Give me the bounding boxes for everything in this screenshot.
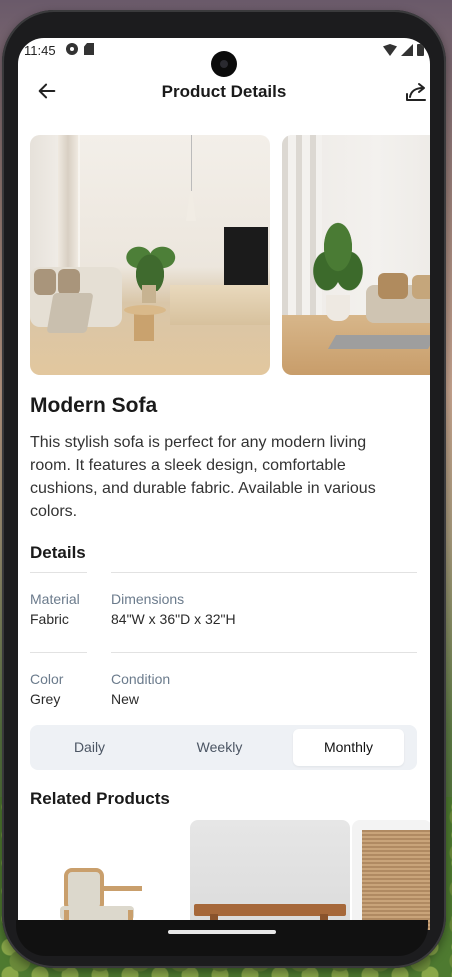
- rug-texture: [362, 830, 430, 930]
- product-image-1[interactable]: [30, 135, 270, 375]
- material-label: Material: [30, 591, 80, 607]
- tv-console: [170, 285, 270, 325]
- tv: [224, 227, 268, 285]
- sd-card-icon: [84, 43, 94, 55]
- period-option-weekly[interactable]: Weekly: [164, 729, 275, 766]
- cushion: [412, 275, 430, 299]
- cushion: [34, 269, 56, 295]
- throw-blanket: [46, 293, 94, 333]
- share-icon[interactable]: [404, 80, 428, 104]
- battery-icon: [417, 44, 424, 56]
- settings-icon: [66, 43, 78, 55]
- front-camera: [211, 51, 237, 77]
- page-title: Product Details: [161, 82, 287, 101]
- signal-icon: [401, 44, 413, 56]
- coffee-table-leg: [134, 311, 154, 341]
- product-name: Modern Sofa: [30, 394, 158, 417]
- divider: [111, 572, 417, 573]
- condition-label: Condition: [111, 671, 171, 687]
- plant-pot: [142, 285, 156, 303]
- armchair-seat: [60, 906, 134, 920]
- plant: [310, 215, 366, 295]
- home-indicator[interactable]: [168, 930, 276, 934]
- related-products-row[interactable]: [30, 820, 430, 930]
- cushion: [378, 273, 408, 299]
- status-icons-left: [66, 43, 94, 55]
- navigation-bar: [16, 920, 428, 956]
- divider: [30, 572, 87, 573]
- condition-value: New: [111, 691, 140, 707]
- rug: [327, 335, 430, 349]
- color-label: Color: [30, 671, 64, 687]
- lamp-cord: [191, 135, 192, 193]
- image-carousel[interactable]: [30, 135, 430, 375]
- wifi-icon: [383, 44, 397, 56]
- coffee-table: [124, 305, 166, 315]
- screen: 11:45 Product Details Modern Sofa This s…: [18, 38, 430, 930]
- cushion: [58, 269, 80, 295]
- dimensions-label: Dimensions: [111, 591, 185, 607]
- related-product-card[interactable]: [190, 820, 350, 930]
- divider: [30, 652, 87, 653]
- status-icons-right: [383, 44, 424, 56]
- dimensions-value: 84"W x 36"D x 32"H: [111, 611, 236, 627]
- product-image-2[interactable]: [282, 135, 430, 375]
- related-product-card[interactable]: [352, 820, 430, 930]
- material-value: Fabric: [30, 611, 69, 627]
- phone-frame: 11:45 Product Details Modern Sofa This s…: [2, 10, 446, 968]
- status-time: 11:45: [24, 43, 56, 58]
- product-description: This stylish sofa is perfect for any mod…: [30, 434, 376, 520]
- plant: [122, 235, 178, 291]
- period-option-daily[interactable]: Daily: [34, 729, 145, 766]
- period-toggle: Daily Weekly Monthly: [30, 725, 417, 770]
- related-products-heading: Related Products: [30, 789, 170, 808]
- divider: [111, 652, 417, 653]
- period-option-monthly[interactable]: Monthly: [293, 729, 404, 766]
- pendant-lamp: [186, 191, 196, 221]
- related-product-card[interactable]: [30, 820, 190, 930]
- color-value: Grey: [30, 691, 61, 707]
- armchair-arm: [100, 886, 142, 891]
- details-heading: Details: [30, 543, 86, 562]
- plant-pot: [326, 295, 350, 321]
